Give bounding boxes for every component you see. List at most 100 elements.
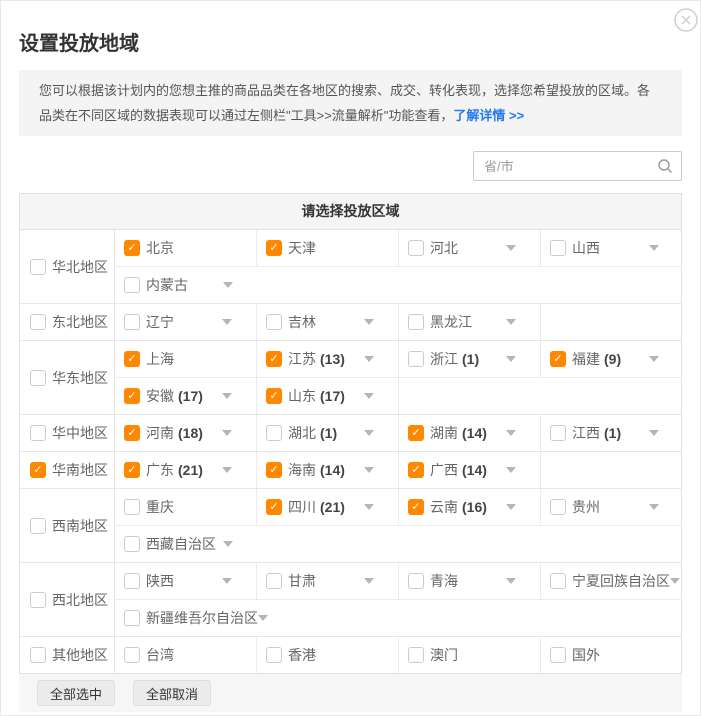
chevron-down-icon[interactable] <box>506 430 516 436</box>
chevron-down-icon[interactable] <box>649 356 659 362</box>
chevron-down-icon[interactable] <box>506 578 516 584</box>
province-checkbox[interactable] <box>550 573 566 589</box>
province-checkbox[interactable]: ✓ <box>266 499 282 515</box>
province-checkbox[interactable]: ✓ <box>266 462 282 478</box>
province-subrow: 台湾香港澳门国外 <box>115 637 681 673</box>
chevron-down-icon[interactable] <box>670 578 680 584</box>
chevron-down-icon[interactable] <box>506 504 516 510</box>
province-checkbox[interactable]: ✓ <box>266 388 282 404</box>
province-checkbox[interactable]: ✓ <box>408 462 424 478</box>
region-group-row: 华北地区✓北京✓天津河北山西内蒙古 <box>20 230 681 303</box>
province-checkbox[interactable] <box>266 647 282 663</box>
chevron-down-icon[interactable] <box>506 356 516 362</box>
search-icon[interactable] <box>657 158 673 179</box>
province-item: 黑龙江 <box>399 304 541 340</box>
chevron-down-icon[interactable] <box>506 319 516 325</box>
chevron-down-icon[interactable] <box>649 245 659 251</box>
chevron-down-icon[interactable] <box>649 430 659 436</box>
province-checkbox[interactable] <box>550 499 566 515</box>
province-checkbox[interactable]: ✓ <box>266 351 282 367</box>
group-checkbox[interactable] <box>30 314 46 330</box>
province-checkbox[interactable]: ✓ <box>408 499 424 515</box>
province-count: (14) <box>320 462 345 478</box>
chevron-down-icon[interactable] <box>649 504 659 510</box>
table-header: 请选择投放区域 <box>20 194 681 230</box>
province-checkbox[interactable] <box>408 351 424 367</box>
province-checkbox[interactable] <box>408 647 424 663</box>
check-icon: ✓ <box>269 243 278 254</box>
chevron-down-icon[interactable] <box>222 430 232 436</box>
group-checkbox[interactable]: ✓ <box>30 462 46 478</box>
chevron-down-icon[interactable] <box>222 393 232 399</box>
province-checkbox[interactable] <box>124 499 140 515</box>
province-checkbox[interactable] <box>124 647 140 663</box>
province-checkbox[interactable] <box>124 536 140 552</box>
province-checkbox[interactable]: ✓ <box>266 240 282 256</box>
province-item: 西藏自治区 <box>115 526 257 562</box>
chevron-down-icon[interactable] <box>222 578 232 584</box>
chevron-down-icon[interactable] <box>364 393 374 399</box>
province-checkbox[interactable] <box>550 240 566 256</box>
province-count: (17) <box>320 388 345 404</box>
chevron-down-icon[interactable] <box>506 245 516 251</box>
province-label: 西藏自治区 <box>146 534 216 554</box>
search-input[interactable] <box>474 152 681 180</box>
group-checkbox[interactable] <box>30 518 46 534</box>
province-count: (1) <box>462 351 479 367</box>
province-checkbox[interactable] <box>550 425 566 441</box>
province-item: ✓广东(21) <box>115 452 257 488</box>
province-checkbox[interactable]: ✓ <box>408 425 424 441</box>
check-icon: ✓ <box>127 243 136 254</box>
chevron-down-icon[interactable] <box>223 282 233 288</box>
province-item: 山西 <box>541 230 683 266</box>
chevron-down-icon[interactable] <box>222 467 232 473</box>
learn-more-link[interactable]: 了解详情 >> <box>453 108 524 123</box>
close-icon[interactable] <box>674 8 698 32</box>
group-checkbox[interactable] <box>30 370 46 386</box>
region-group-rows: ✓河南(18)湖北(1)✓湖南(14)江西(1) <box>115 415 681 451</box>
province-subrow: ✓河南(18)湖北(1)✓湖南(14)江西(1) <box>115 415 681 451</box>
deselect-all-button[interactable]: 全部取消 <box>133 680 211 706</box>
province-checkbox[interactable] <box>266 314 282 330</box>
province-checkbox[interactable]: ✓ <box>124 425 140 441</box>
province-label: 陕西 <box>146 571 174 591</box>
province-checkbox[interactable]: ✓ <box>124 462 140 478</box>
province-label: 吉林 <box>288 312 316 332</box>
province-label: 香港 <box>288 645 316 665</box>
chevron-down-icon[interactable] <box>364 467 374 473</box>
province-label: 台湾 <box>146 645 174 665</box>
chevron-down-icon[interactable] <box>364 319 374 325</box>
chevron-down-icon[interactable] <box>364 430 374 436</box>
row-filler <box>257 526 681 562</box>
province-checkbox[interactable] <box>124 314 140 330</box>
group-checkbox[interactable] <box>30 592 46 608</box>
chevron-down-icon[interactable] <box>222 319 232 325</box>
chevron-down-icon[interactable] <box>223 541 233 547</box>
check-icon: ✓ <box>553 354 562 365</box>
chevron-down-icon[interactable] <box>364 504 374 510</box>
province-checkbox[interactable]: ✓ <box>124 388 140 404</box>
province-checkbox[interactable] <box>124 277 140 293</box>
province-label: 重庆 <box>146 497 174 517</box>
province-checkbox[interactable] <box>550 647 566 663</box>
province-subrow: 内蒙古 <box>115 266 681 303</box>
province-checkbox[interactable] <box>266 573 282 589</box>
chevron-down-icon[interactable] <box>364 578 374 584</box>
province-checkbox[interactable]: ✓ <box>124 240 140 256</box>
province-checkbox[interactable] <box>124 610 140 626</box>
province-item: 青海 <box>399 563 541 599</box>
province-item: 新疆维吾尔自治区 <box>115 600 257 636</box>
select-all-button[interactable]: 全部选中 <box>37 680 115 706</box>
province-checkbox[interactable] <box>408 573 424 589</box>
chevron-down-icon[interactable] <box>364 356 374 362</box>
province-checkbox[interactable]: ✓ <box>550 351 566 367</box>
province-checkbox[interactable] <box>266 425 282 441</box>
group-checkbox[interactable] <box>30 425 46 441</box>
group-checkbox[interactable] <box>30 259 46 275</box>
province-checkbox[interactable]: ✓ <box>124 351 140 367</box>
province-checkbox[interactable] <box>408 314 424 330</box>
province-checkbox[interactable] <box>124 573 140 589</box>
province-checkbox[interactable] <box>408 240 424 256</box>
chevron-down-icon[interactable] <box>506 467 516 473</box>
group-checkbox[interactable] <box>30 647 46 663</box>
